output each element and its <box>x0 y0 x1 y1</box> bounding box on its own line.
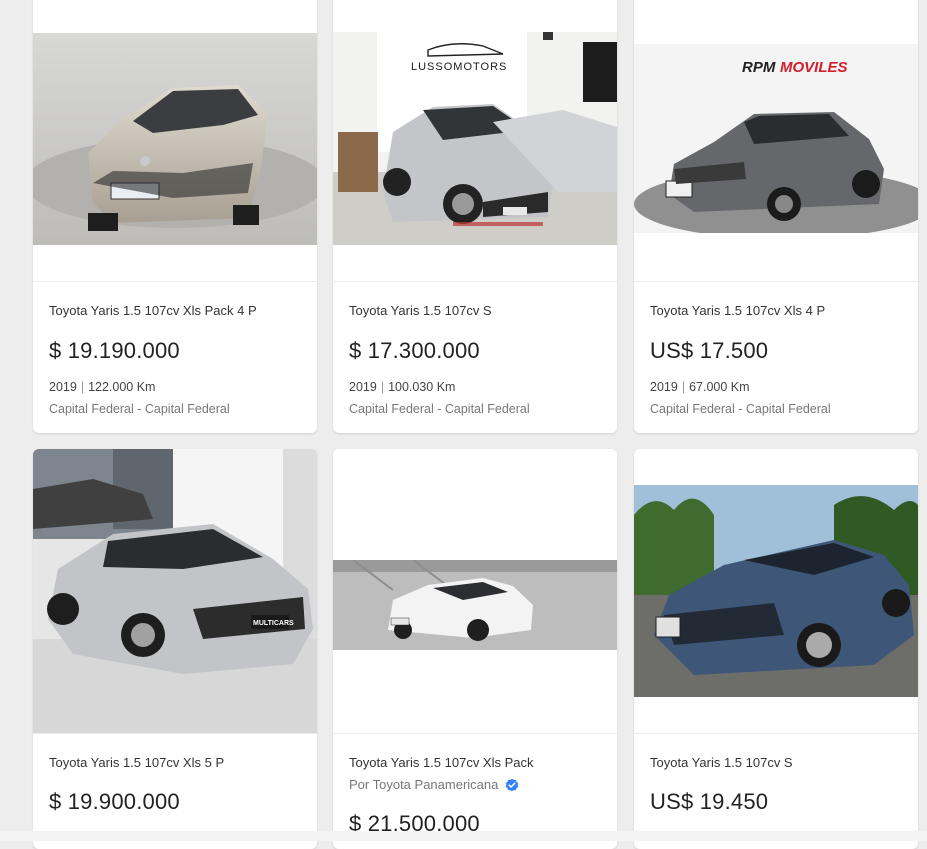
listing-title[interactable]: Toyota Yaris 1.5 107cv Xls 4 P <box>650 303 825 318</box>
listing-photo[interactable] <box>333 560 617 650</box>
dealer-logo-text-a: RPM <box>742 59 776 76</box>
separator: | <box>681 380 686 394</box>
listing-title[interactable]: Toyota Yaris 1.5 107cv S <box>349 303 492 318</box>
listing-attributes: 2019 | 100.030 Km <box>349 380 455 394</box>
listing-year: 2019 <box>49 380 77 394</box>
listing-seller[interactable]: Por Toyota Panamericana <box>349 777 519 792</box>
listing-image-container[interactable] <box>333 449 617 734</box>
listing-card[interactable]: MULTICARS Toyota Yaris 1.5 107cv Xls 5 P… <box>33 449 317 849</box>
listing-image-container[interactable]: LUSSOMOTORS <box>333 0 617 282</box>
listing-image-container[interactable] <box>634 449 918 734</box>
listing-title[interactable]: Toyota Yaris 1.5 107cv Xls Pack <box>349 755 534 770</box>
listing-km: 100.030 Km <box>388 380 456 394</box>
listing-year: 2019 <box>650 380 678 394</box>
listing-location: Capital Federal - Capital Federal <box>349 402 530 416</box>
listing-attributes: 2019 | 122.000 Km <box>49 380 155 394</box>
listing-title[interactable]: Toyota Yaris 1.5 107cv Xls Pack 4 P <box>49 303 257 318</box>
dealer-sign-text: LUSSOMOTORS <box>411 61 507 73</box>
listing-price: US$ 17.500 <box>650 338 769 363</box>
separator: | <box>80 380 85 394</box>
listing-image-container[interactable] <box>33 0 317 282</box>
listing-location: Capital Federal - Capital Federal <box>49 402 230 416</box>
listing-card[interactable]: Toyota Yaris 1.5 107cv Xls Pack 4 P $ 19… <box>33 0 317 433</box>
separator: | <box>380 380 385 394</box>
listing-price: $ 19.900.000 <box>49 789 180 814</box>
listing-photo[interactable] <box>33 33 317 245</box>
listing-image-container[interactable]: MULTICARS <box>33 449 317 734</box>
listings-grid: Toyota Yaris 1.5 107cv Xls Pack 4 P $ 19… <box>0 0 927 849</box>
listing-card[interactable]: RPM MOVILES Toyota Yaris 1.5 107cv Xls 4… <box>634 0 918 433</box>
listing-km: 122.000 Km <box>88 380 156 394</box>
plate-text: MULTICARS <box>253 620 294 627</box>
listing-card[interactable]: Toyota Yaris 1.5 107cv Xls Pack Por Toyo… <box>333 449 617 849</box>
listing-title[interactable]: Toyota Yaris 1.5 107cv Xls 5 P <box>49 755 224 770</box>
listing-photo[interactable]: LUSSOMOTORS <box>333 32 617 245</box>
listing-location: Capital Federal - Capital Federal <box>650 402 831 416</box>
listing-image-container[interactable]: RPM MOVILES <box>634 0 918 282</box>
verified-badge-icon <box>506 778 519 791</box>
dealer-logo-text-b: MOVILES <box>780 59 848 76</box>
listing-photo[interactable] <box>634 485 918 697</box>
listing-photo[interactable]: RPM MOVILES <box>634 44 918 233</box>
listing-year: 2019 <box>349 380 377 394</box>
listing-card[interactable]: LUSSOMOTORS Toyota Yaris 1.5 107cv S $ 1… <box>333 0 617 433</box>
horizontal-scrollbar[interactable] <box>0 831 927 841</box>
seller-name[interactable]: Por Toyota Panamericana <box>349 777 498 792</box>
listing-price: US$ 19.450 <box>650 789 769 814</box>
listing-price: $ 19.190.000 <box>49 338 180 363</box>
listing-title[interactable]: Toyota Yaris 1.5 107cv S <box>650 755 793 770</box>
listing-km: 67.000 Km <box>689 380 750 394</box>
listing-attributes: 2019 | 67.000 Km <box>650 380 750 394</box>
listing-photo[interactable]: MULTICARS <box>33 449 317 733</box>
listing-card[interactable]: Toyota Yaris 1.5 107cv S US$ 19.450 <box>634 449 918 849</box>
listing-price: $ 17.300.000 <box>349 338 480 363</box>
